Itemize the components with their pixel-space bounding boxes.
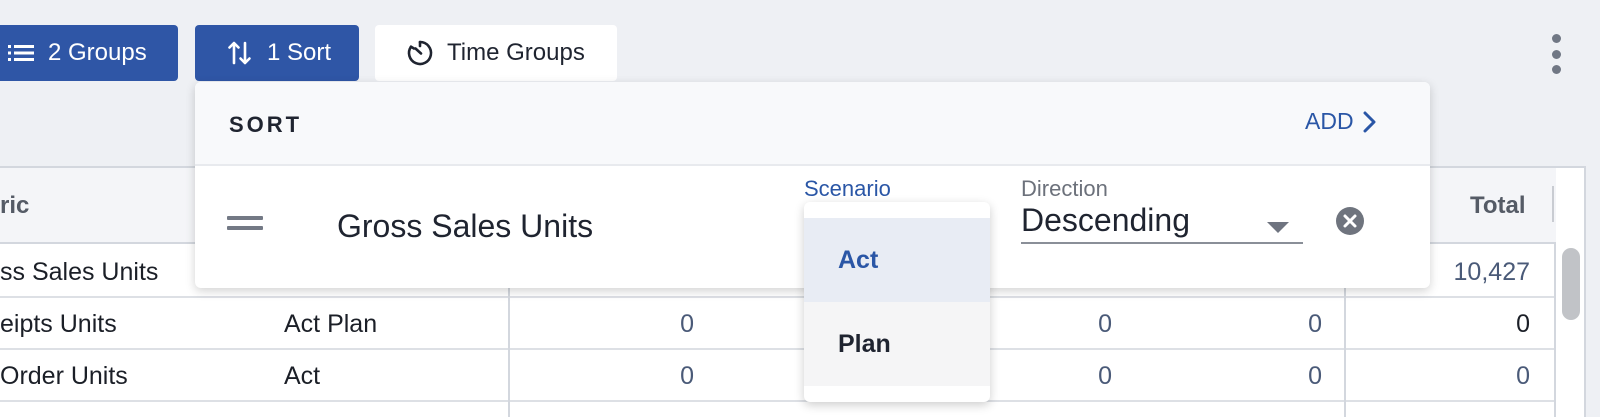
sort-button[interactable]: 1 Sort — [195, 25, 359, 81]
direction-value: Descending — [1021, 202, 1190, 238]
direction-field-label: Direction — [1021, 176, 1108, 201]
scenario-option-act[interactable]: Act — [804, 218, 990, 302]
row-total: 0 — [1516, 362, 1530, 390]
table-row[interactable]: eipts Units Act Plan 0 0 0 0 — [0, 298, 1556, 350]
row-scenario: Act Plan — [284, 310, 378, 338]
row-value: 0 — [1098, 310, 1112, 338]
more-options-icon[interactable] — [1548, 34, 1564, 74]
table-row[interactable]: Order Units Act 0 0 0 0 — [0, 350, 1556, 402]
header-total[interactable]: Total — [1470, 192, 1526, 220]
row-metric: Order Units — [0, 362, 128, 390]
row-metric: ss Sales Units — [0, 258, 159, 286]
sort-rule-metric: Gross Sales Units — [337, 208, 594, 244]
header-metric[interactable]: ric — [0, 192, 29, 220]
row-scenario: Act — [284, 362, 321, 390]
groups-button-label: 2 Groups — [48, 39, 147, 66]
direction-select[interactable]: Descending — [1021, 202, 1303, 244]
time-groups-button[interactable]: Time Groups — [375, 25, 617, 81]
drag-handle-icon[interactable] — [227, 216, 263, 230]
row-value: 0 — [680, 310, 694, 338]
scenario-dropdown: Act Plan — [804, 202, 990, 402]
groups-button[interactable]: 2 Groups — [0, 25, 178, 81]
row-metric: eipts Units — [0, 310, 117, 338]
list-icon — [6, 38, 36, 68]
caret-down-icon — [1267, 222, 1289, 233]
row-total: 0 — [1516, 310, 1530, 338]
column-resize-handle[interactable] — [1552, 186, 1554, 222]
row-value: 0 — [680, 362, 694, 390]
chevron-right-icon — [1363, 111, 1376, 132]
timer-icon — [405, 38, 435, 68]
time-groups-button-label: Time Groups — [447, 39, 585, 66]
sort-panel-title: SORT — [229, 112, 303, 137]
sort-button-label: 1 Sort — [267, 39, 332, 66]
sort-panel-header: SORT ADD — [195, 82, 1430, 166]
close-circle-icon — [1336, 207, 1364, 235]
scenario-field-label: Scenario — [804, 176, 891, 201]
add-sort-label: ADD — [1305, 108, 1354, 134]
row-value: 0 — [1308, 310, 1322, 338]
column-divider — [1554, 244, 1556, 417]
scenario-option-plan[interactable]: Plan — [804, 302, 990, 386]
sort-arrows-icon — [225, 38, 255, 68]
row-value: 0 — [1308, 362, 1322, 390]
remove-sort-rule-button[interactable] — [1335, 206, 1365, 236]
row-value: 0 — [1098, 362, 1112, 390]
vertical-scrollbar-thumb[interactable] — [1562, 248, 1580, 320]
add-sort-button[interactable]: ADD — [1305, 108, 1378, 135]
